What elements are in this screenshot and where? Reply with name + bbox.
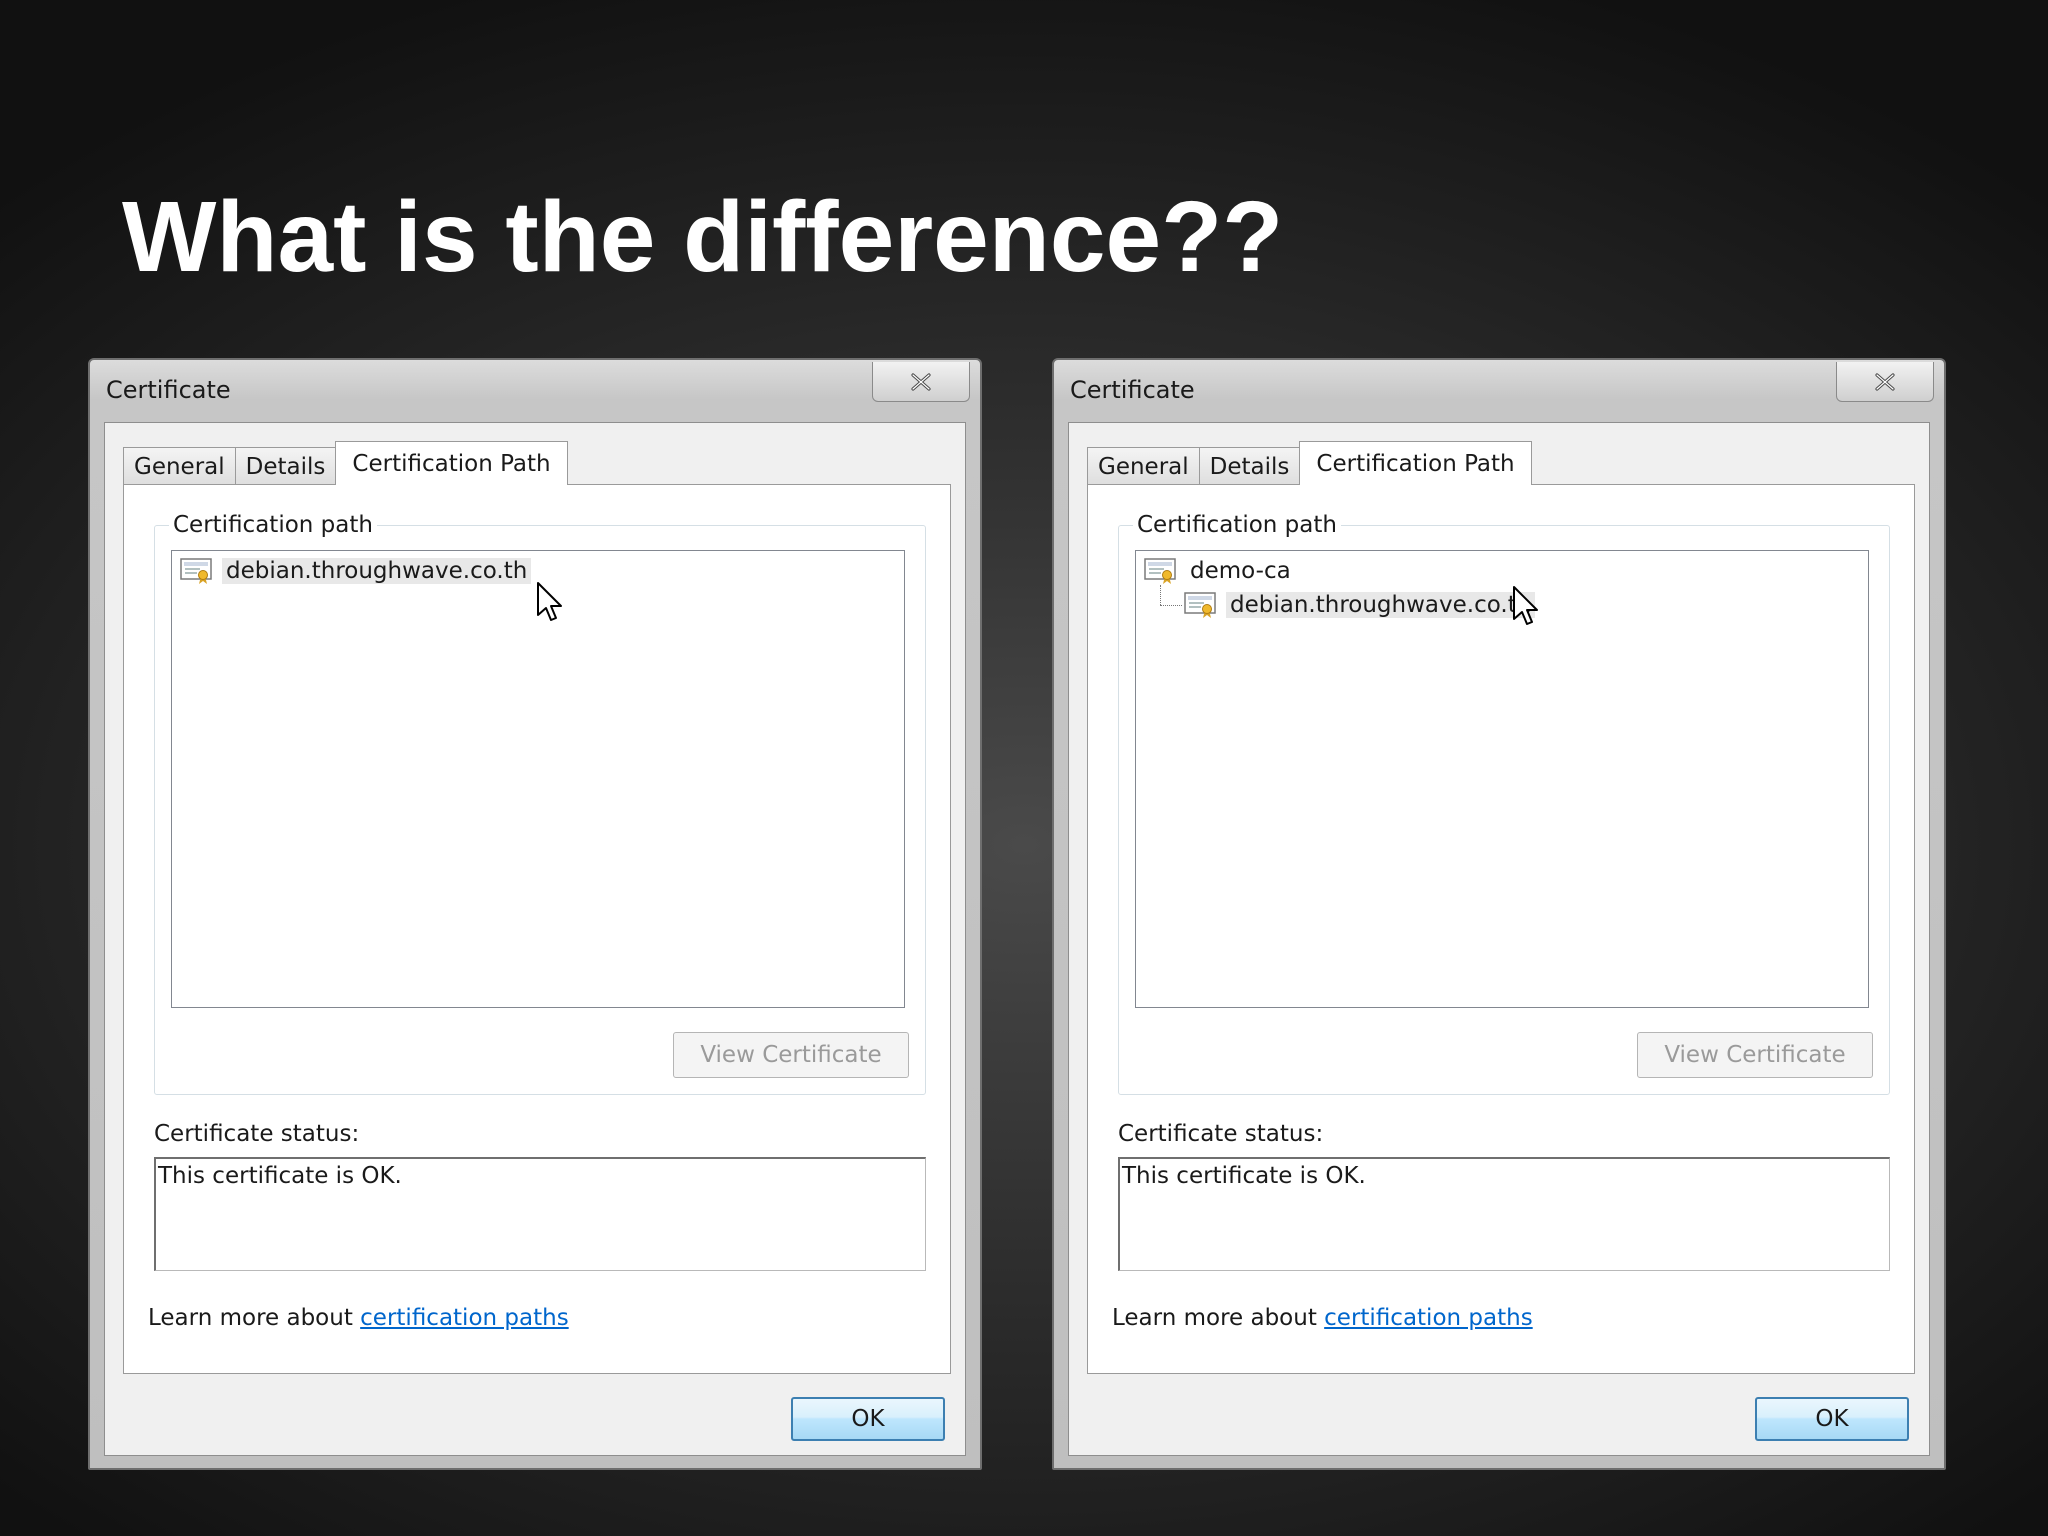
certificate-status-label: Certificate status: <box>1118 1121 1324 1147</box>
tab-panel: Certification path demo-ca debian.throug… <box>1087 484 1915 1374</box>
certificate-status-label: Certificate status: <box>154 1121 360 1147</box>
dialog-title: Certificate <box>106 376 231 404</box>
certificate-status-box[interactable]: This certificate is OK. <box>1118 1157 1890 1271</box>
tab-certification-path[interactable]: Certification Path <box>1299 441 1532 485</box>
tab-strip: General Details Certification Path <box>123 441 568 485</box>
certification-path-group: Certification path debian.throughwave.co… <box>154 512 926 1095</box>
close-button[interactable] <box>872 362 970 402</box>
tab-strip: General Details Certification Path <box>1087 441 1532 485</box>
tree-connector <box>1160 605 1182 606</box>
learn-more-text: Learn more about certification paths <box>1112 1305 1533 1331</box>
close-icon <box>1875 372 1895 391</box>
certificate-dialog-right: Certificate General Details Certificatio… <box>1052 358 1946 1470</box>
view-certificate-button[interactable]: View Certificate <box>1637 1032 1873 1078</box>
certification-path-group: Certification path demo-ca debian.throug… <box>1118 512 1890 1095</box>
tab-general[interactable]: General <box>123 447 236 485</box>
certificate-icon <box>1184 592 1216 618</box>
certification-paths-link[interactable]: certification paths <box>360 1305 569 1331</box>
certificate-dialog-left: Certificate General Details Certificatio… <box>88 358 982 1470</box>
certificate-status-text: This certificate is OK. <box>158 1163 402 1189</box>
dialog-titlebar[interactable]: Certificate <box>90 360 980 418</box>
tab-general[interactable]: General <box>1087 447 1200 485</box>
ok-button[interactable]: OK <box>791 1397 945 1441</box>
certificate-icon <box>180 558 212 584</box>
group-label: Certification path <box>1133 512 1341 538</box>
mouse-cursor-icon <box>537 582 562 621</box>
certificate-status-text: This certificate is OK. <box>1122 1163 1366 1189</box>
certification-path-tree[interactable]: demo-ca debian.throughwave.co.th <box>1135 550 1869 1008</box>
tree-node-label: debian.throughwave.co.th <box>222 558 532 584</box>
ok-button[interactable]: OK <box>1755 1397 1909 1441</box>
close-button[interactable] <box>1836 362 1934 402</box>
learn-more-prefix: Learn more about <box>1112 1305 1325 1331</box>
certification-path-tree[interactable]: debian.throughwave.co.th <box>171 550 905 1008</box>
dialog-title: Certificate <box>1070 376 1195 404</box>
dialog-client-area: General Details Certification Path Certi… <box>104 422 966 1456</box>
dialog-client-area: General Details Certification Path Certi… <box>1068 422 1930 1456</box>
ok-label: OK <box>851 1406 885 1432</box>
tab-panel: Certification path debian.throughwave.co… <box>123 484 951 1374</box>
tab-details[interactable]: Details <box>234 447 337 485</box>
group-label: Certification path <box>169 512 377 538</box>
tab-certification-path[interactable]: Certification Path <box>335 441 568 485</box>
learn-more-prefix: Learn more about <box>148 1305 361 1331</box>
close-icon <box>911 372 931 391</box>
certificate-icon <box>1144 558 1176 584</box>
certificate-status-box[interactable]: This certificate is OK. <box>154 1157 926 1271</box>
tab-details[interactable]: Details <box>1198 447 1301 485</box>
tree-connector <box>1160 585 1161 605</box>
dialog-titlebar[interactable]: Certificate <box>1054 360 1944 418</box>
tree-node[interactable]: debian.throughwave.co.th <box>1184 589 1536 621</box>
ok-label: OK <box>1815 1406 1849 1432</box>
view-certificate-button[interactable]: View Certificate <box>673 1032 909 1078</box>
mouse-cursor-icon <box>1513 586 1538 625</box>
learn-more-text: Learn more about certification paths <box>148 1305 569 1331</box>
tree-node-label: debian.throughwave.co.th <box>1226 592 1536 618</box>
view-certificate-label: View Certificate <box>700 1042 882 1068</box>
slide-title: What is the difference?? <box>122 181 1284 293</box>
view-certificate-label: View Certificate <box>1664 1042 1846 1068</box>
tree-node-label: demo-ca <box>1190 558 1291 584</box>
certification-paths-link[interactable]: certification paths <box>1324 1305 1533 1331</box>
tree-node[interactable]: demo-ca <box>1144 555 1295 587</box>
tree-node[interactable]: debian.throughwave.co.th <box>180 555 532 587</box>
